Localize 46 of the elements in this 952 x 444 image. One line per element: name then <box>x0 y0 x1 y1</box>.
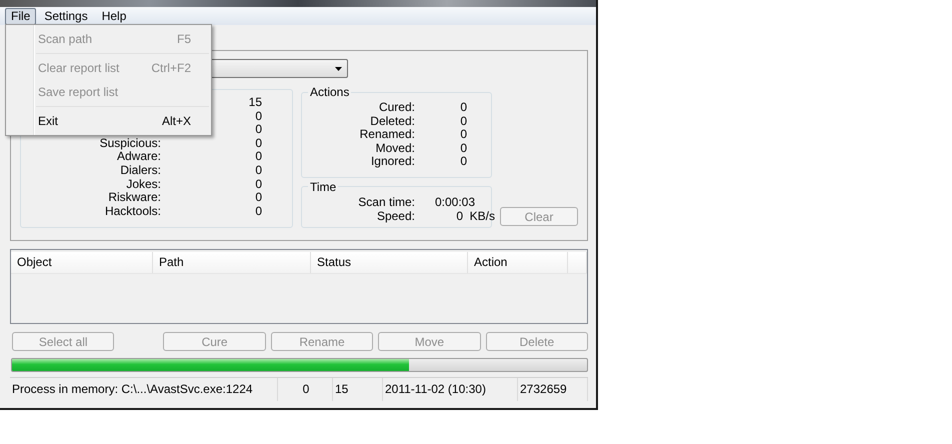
column-header[interactable]: Action <box>468 252 568 273</box>
stat-value: 0 <box>460 155 467 169</box>
column-header[interactable]: Object <box>11 252 153 273</box>
status-text: 2011-11-02 (10:30) <box>383 378 518 401</box>
stat-value: 0:00:03 <box>434 196 476 210</box>
stat-label: Dialers: <box>120 164 161 178</box>
menu-title[interactable]: Help <box>96 8 132 24</box>
stat-label: Ignored: <box>370 155 415 169</box>
stat-label: Riskware: <box>108 191 161 205</box>
stat-value: 0 <box>255 123 262 137</box>
status-text: 15 <box>333 378 383 401</box>
stat-value: 0 <box>255 178 262 192</box>
stat-label: Suspicious: <box>100 136 161 150</box>
stat-value: 15 <box>248 96 262 110</box>
stat-value: 0 <box>460 128 467 142</box>
stat-value: 0 <box>255 204 262 218</box>
stat-label: Scan time: <box>358 196 415 210</box>
stat-label: Hacktools: <box>104 204 161 218</box>
status-text: 2732659 <box>518 378 588 401</box>
unit-label: KB/s <box>470 210 495 224</box>
status-text: 0 <box>278 378 333 401</box>
column-header[interactable]: Status <box>311 252 468 273</box>
stat-value: 0 <box>460 114 467 128</box>
stat-label: Jokes: <box>126 178 161 192</box>
stat-value: 0 <box>255 164 262 178</box>
stat-value: 0 <box>456 210 463 224</box>
stat-value: 0 <box>460 142 467 156</box>
menu-item[interactable]: Exit Alt+X <box>6 109 211 133</box>
stat-value: 0 <box>255 191 262 205</box>
group-title: Actions <box>309 85 350 99</box>
stat-value: 0 <box>255 150 262 164</box>
caret-icon <box>335 66 342 70</box>
stat-value: 0 <box>255 110 262 124</box>
stat-label: Speed: <box>376 210 415 224</box>
stat-label: Deleted: <box>370 114 415 128</box>
status-text: Process in memory: C:\...\AvastSvc.exe:1224 <box>10 378 278 401</box>
group-title: Time <box>309 180 338 194</box>
stat-label: Cured: <box>378 101 415 115</box>
column-header[interactable]: Path <box>153 252 311 273</box>
stat-label: Renamed: <box>360 128 415 142</box>
stat-label: Adware: <box>116 150 161 164</box>
stat-value: 0 <box>460 101 467 115</box>
stat-label: Moved: <box>376 142 415 156</box>
menu-title[interactable]: File <box>5 8 36 24</box>
stat-value: 0 <box>255 136 262 150</box>
menu-title[interactable]: Settings <box>38 8 94 24</box>
